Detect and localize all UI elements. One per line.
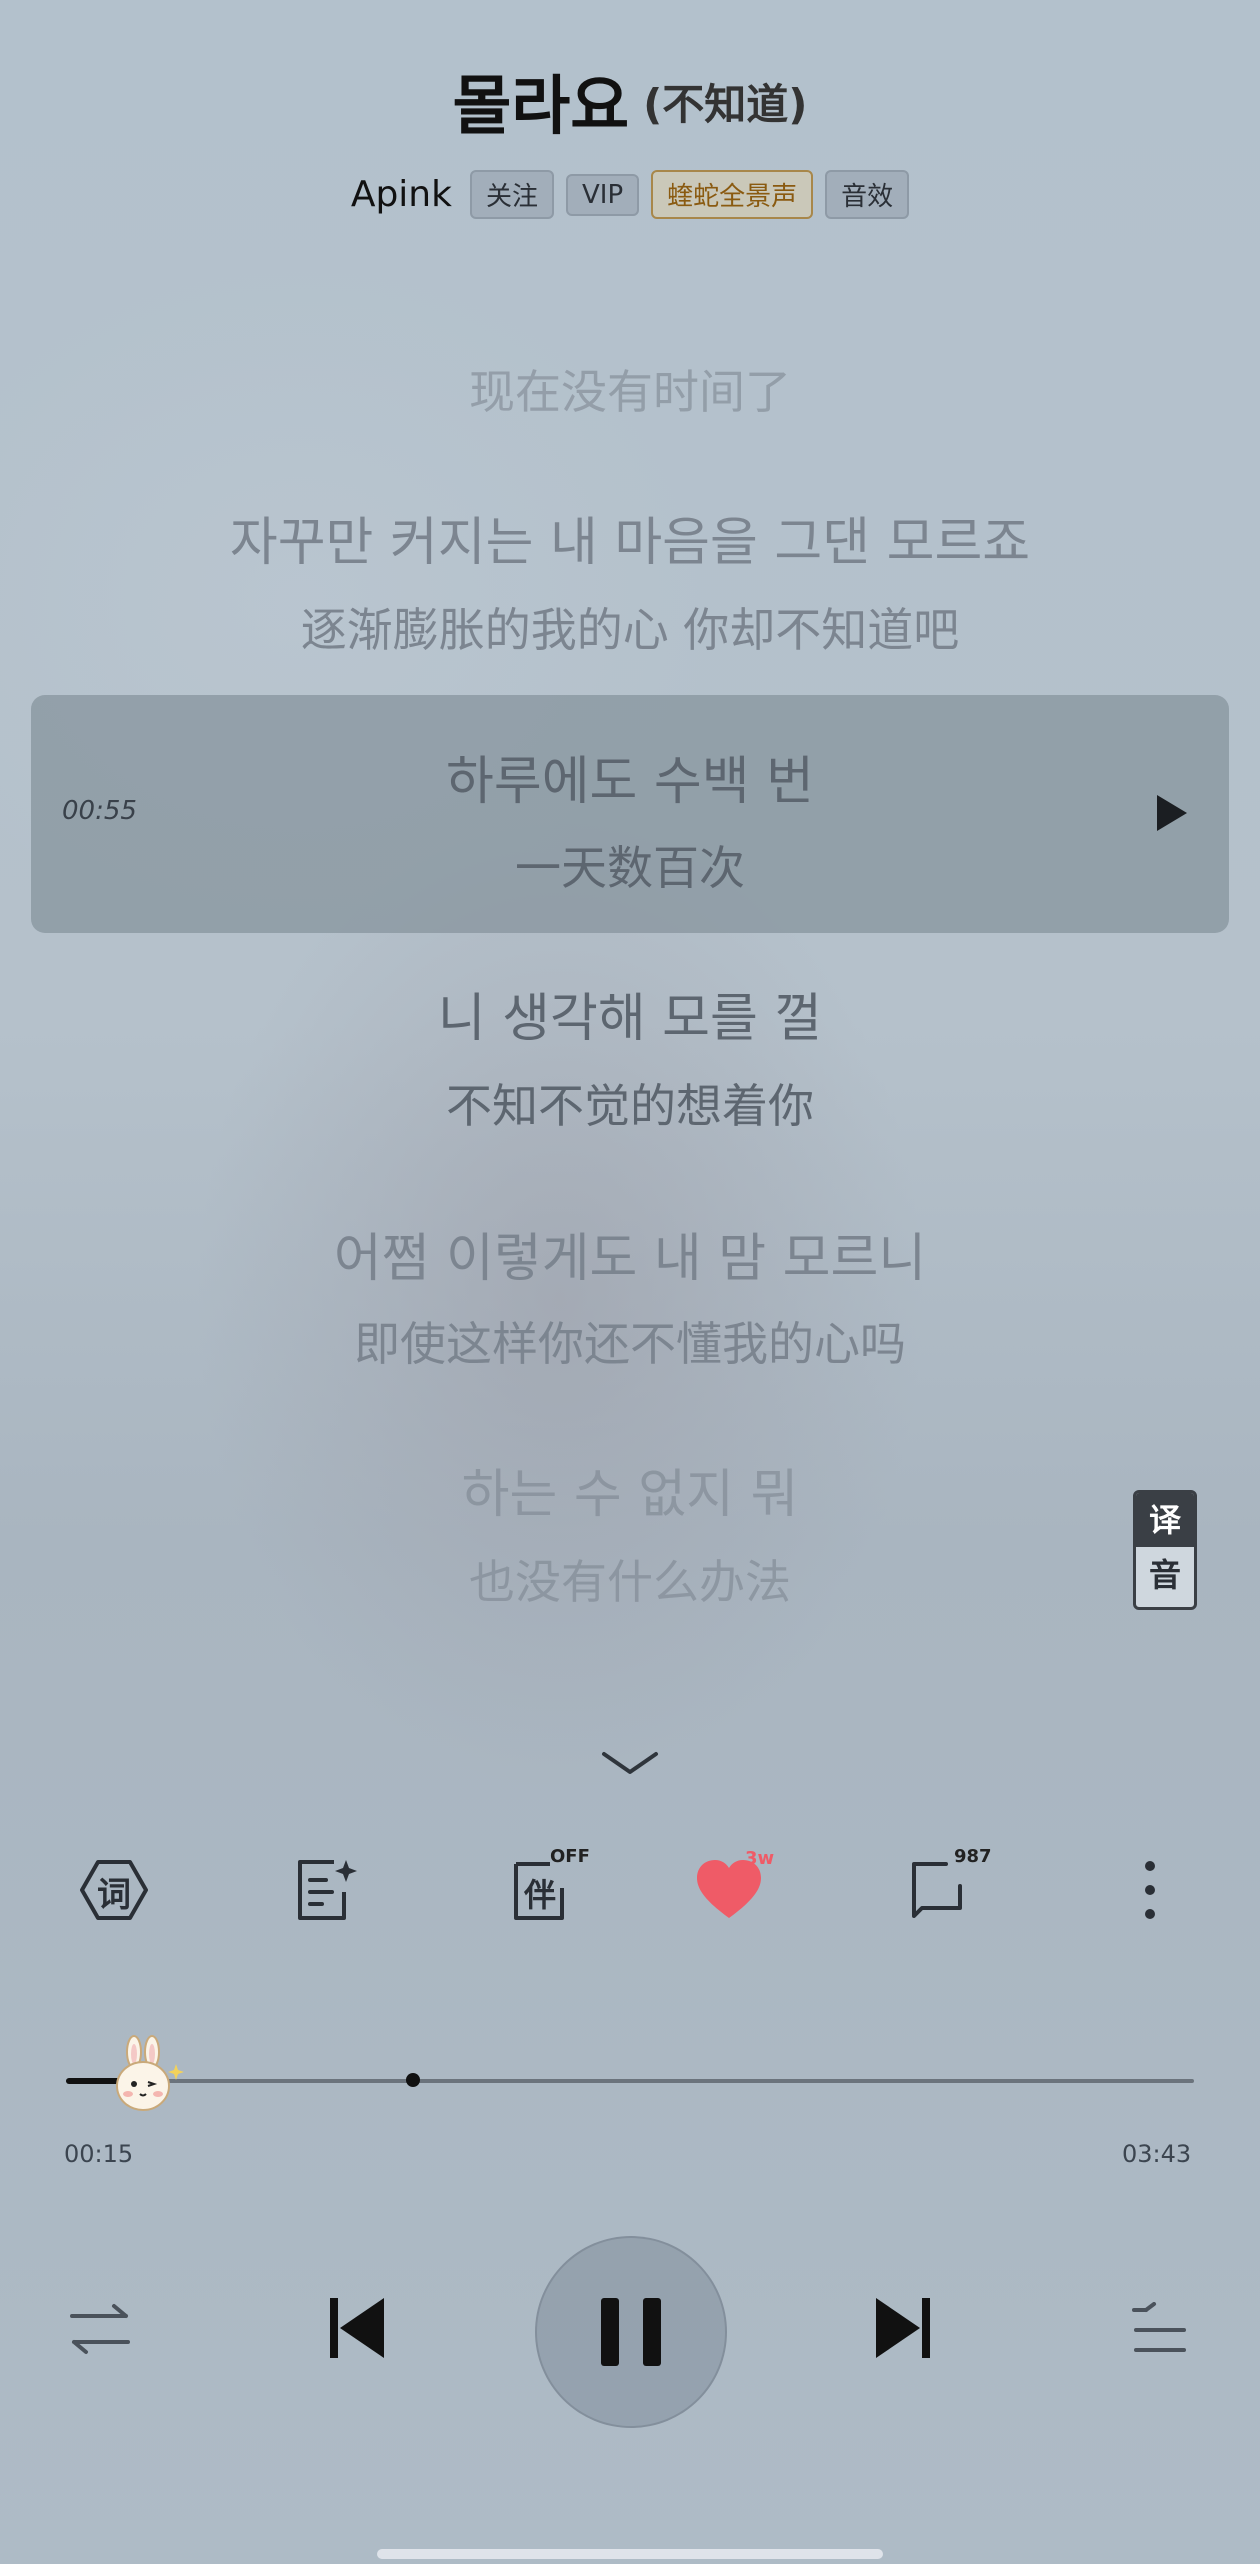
progress-track[interactable] [66, 2079, 1194, 2083]
total-time: 03:43 [1122, 2140, 1192, 2168]
comment-button[interactable]: 987 [904, 1846, 992, 1926]
progress-marker [406, 2073, 420, 2087]
repeat-mode-icon[interactable] [68, 2302, 132, 2356]
chevron-down-icon[interactable] [600, 1748, 660, 1778]
lyric-translation: 也没有什么办法 [469, 1555, 791, 1609]
current-lyric-translation: 一天数百次 [515, 841, 745, 895]
lyric-translation: 即使这样你还不懂我的心吗 [354, 1317, 906, 1371]
like-button[interactable]: 3w [693, 1848, 774, 1926]
translation-toggle-translate: 译 [1136, 1493, 1194, 1547]
song-meta-row: Apink 关注 VIP 蝰蛇全景声 音效 [0, 170, 1260, 219]
lyric-line[interactable]: 니 생각해 모를 껄 [0, 976, 1260, 1051]
translation-toggle[interactable]: 译 音 [1133, 1490, 1197, 1610]
accompaniment-label: 伴 [523, 1876, 556, 1914]
song-title-translation: (不知道) [643, 79, 808, 129]
current-lyric-line[interactable]: 하루에도 수백 번 [0, 739, 1260, 814]
next-track-icon[interactable] [872, 2296, 932, 2360]
lyrics-poster-button[interactable]: 词 [78, 1854, 150, 1926]
previous-track-icon[interactable] [328, 2296, 388, 2360]
lyric-line[interactable]: 어쩜 이렇게도 내 맘 모르니 [0, 1216, 1260, 1291]
sound-effect-button[interactable]: 音效 [825, 170, 910, 219]
play-pause-button[interactable] [535, 2236, 727, 2428]
accompaniment-toggle[interactable]: 伴 OFF [506, 1846, 590, 1926]
lyrics-icon-label: 词 [97, 1875, 131, 1915]
edit-sparkle-icon[interactable] [290, 1854, 362, 1926]
comment-count: 987 [954, 1846, 992, 1867]
follow-button[interactable]: 关注 [469, 170, 554, 219]
song-title: 몰라요 [452, 70, 630, 144]
more-vertical-icon[interactable] [1114, 1854, 1186, 1926]
viper-atmos-badge[interactable]: 蝰蛇全景声 [651, 170, 814, 219]
current-time: 00:15 [64, 2140, 134, 2168]
lyric-line[interactable]: 하는 수 없지 뭐 [0, 1452, 1260, 1527]
lyric-line[interactable]: 现在没有时间了 [0, 356, 1260, 422]
lyric-line[interactable]: 자꾸만 커지는 내 마음을 그댄 모르죠 [0, 500, 1260, 575]
playlist-icon[interactable] [1132, 2302, 1188, 2356]
home-indicator[interactable] [377, 2549, 883, 2559]
accompaniment-state: OFF [550, 1846, 590, 1867]
artist-name[interactable]: Apink [351, 174, 452, 215]
vip-badge[interactable]: VIP [566, 173, 640, 216]
lyric-translation: 逐渐膨胀的我的心 你却不知道吧 [300, 603, 960, 657]
like-count: 3w [745, 1848, 775, 1869]
translation-toggle-romanize: 音 [1148, 1556, 1181, 1594]
pause-icon [601, 2298, 661, 2366]
bunny-slider-thumb-icon[interactable] [106, 2034, 188, 2114]
lyric-translation: 不知不觉的想着你 [446, 1079, 814, 1133]
song-title-row: 몰라요 (不知道) [0, 55, 1260, 147]
play-from-lyric-icon[interactable] [1155, 793, 1189, 833]
